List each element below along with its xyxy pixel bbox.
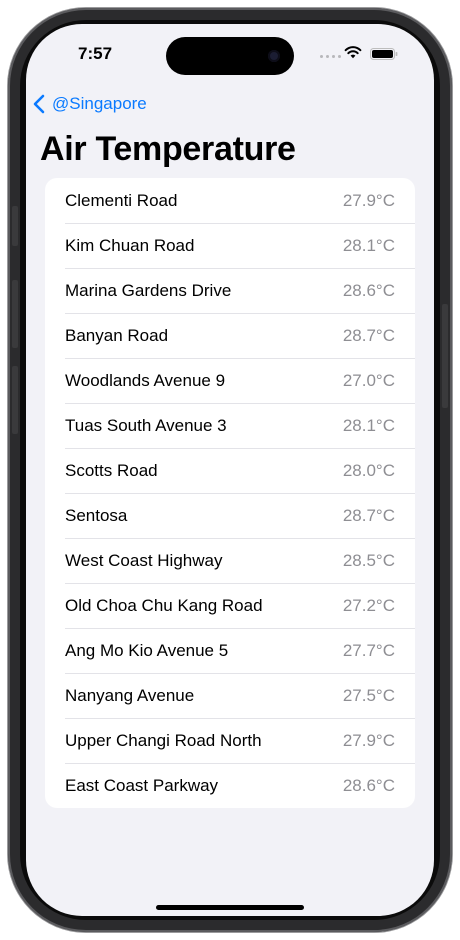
station-name: Marina Gardens Drive bbox=[65, 280, 232, 300]
temperature-value: 27.9°C bbox=[342, 730, 395, 750]
station-name: Old Choa Chu Kang Road bbox=[65, 595, 263, 615]
status-time: 7:57 bbox=[78, 44, 113, 63]
back-button[interactable]: @Singapore bbox=[32, 92, 147, 116]
temperature-value: 28.7°C bbox=[342, 505, 395, 525]
list-item[interactable]: East Coast Parkway 28.6°C bbox=[45, 763, 415, 808]
temperature-value: 27.5°C bbox=[342, 685, 395, 705]
cellular-dots-icon bbox=[320, 55, 341, 58]
station-name: Sentosa bbox=[65, 505, 128, 525]
camera-icon bbox=[268, 50, 280, 62]
list-item[interactable]: West Coast Highway 28.5°C bbox=[45, 538, 415, 583]
list-item[interactable]: Upper Changi Road North 27.9°C bbox=[45, 718, 415, 763]
station-name: Clementi Road bbox=[65, 190, 178, 210]
list-item[interactable]: Marina Gardens Drive 28.6°C bbox=[45, 268, 415, 313]
station-name: East Coast Parkway bbox=[65, 775, 219, 795]
station-name: Kim Chuan Road bbox=[65, 235, 195, 255]
station-name: Nanyang Avenue bbox=[65, 685, 195, 705]
station-name: West Coast Highway bbox=[65, 550, 223, 570]
back-button-label: @Singapore bbox=[52, 94, 147, 113]
station-name: Woodlands Avenue 9 bbox=[65, 370, 226, 390]
station-name: Upper Changi Road North bbox=[65, 730, 262, 750]
list-item[interactable]: Banyan Road 28.7°C bbox=[45, 313, 415, 358]
list-item[interactable]: Kim Chuan Road 28.1°C bbox=[45, 223, 415, 268]
temperature-value: 28.7°C bbox=[342, 325, 395, 345]
list-item[interactable]: Woodlands Avenue 9 27.0°C bbox=[45, 358, 415, 403]
station-name: Ang Mo Kio Avenue 5 bbox=[65, 640, 229, 660]
temperature-value: 28.1°C bbox=[342, 415, 395, 435]
volume-up-button bbox=[12, 280, 18, 348]
status-bar: 7:57 bbox=[26, 24, 434, 84]
power-button bbox=[442, 304, 448, 408]
temperature-value: 28.1°C bbox=[342, 235, 395, 255]
temperature-value: 27.2°C bbox=[342, 595, 395, 615]
action-button bbox=[12, 206, 18, 246]
list-item[interactable]: Clementi Road 27.9°C bbox=[45, 178, 415, 223]
list-item[interactable]: Tuas South Avenue 3 28.1°C bbox=[45, 403, 415, 448]
page-title: Air Temperature bbox=[40, 130, 296, 168]
temperature-list: Clementi Road 27.9°C Kim Chuan Road 28.1°C M… bbox=[45, 178, 415, 808]
temperature-value: 28.6°C bbox=[342, 280, 395, 300]
list-item[interactable]: Ang Mo Kio Avenue 5 27.7°C bbox=[45, 628, 415, 673]
chevron-left-icon bbox=[33, 94, 45, 114]
temperature-value: 28.5°C bbox=[342, 550, 395, 570]
list-item[interactable]: Old Choa Chu Kang Road 27.2°C bbox=[45, 583, 415, 628]
screen: 7:57 @Singapore Air Temperature Clementi… bbox=[26, 24, 434, 916]
station-name: Banyan Road bbox=[65, 325, 169, 345]
list-item[interactable]: Scotts Road 28.0°C bbox=[45, 448, 415, 493]
temperature-value: 28.0°C bbox=[342, 460, 395, 480]
station-name: Tuas South Avenue 3 bbox=[65, 415, 227, 435]
wifi-icon bbox=[344, 46, 362, 59]
temperature-value: 27.9°C bbox=[342, 190, 395, 210]
home-indicator[interactable] bbox=[156, 905, 304, 910]
temperature-value: 27.7°C bbox=[342, 640, 395, 660]
list-item[interactable]: Sentosa 28.7°C bbox=[45, 493, 415, 538]
battery-icon bbox=[370, 48, 398, 60]
station-name: Scotts Road bbox=[65, 460, 158, 480]
temperature-value: 27.0°C bbox=[342, 370, 395, 390]
list-item[interactable]: Nanyang Avenue 27.5°C bbox=[45, 673, 415, 718]
dynamic-island bbox=[166, 37, 294, 75]
volume-down-button bbox=[12, 366, 18, 434]
temperature-value: 28.6°C bbox=[342, 775, 395, 795]
